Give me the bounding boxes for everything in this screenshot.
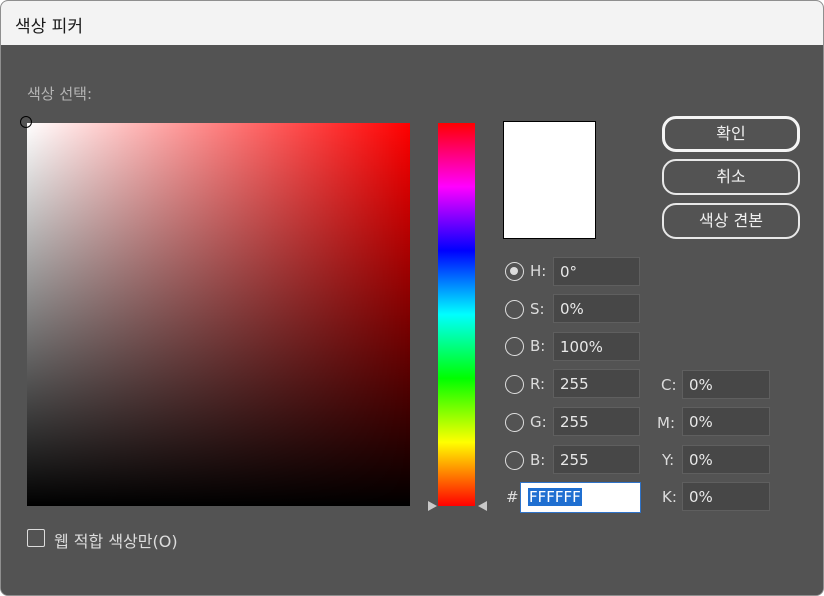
- brightness-input[interactable]: 100%: [553, 332, 640, 361]
- cyan-label: C:: [661, 376, 677, 394]
- color-swatches-button[interactable]: 색상 견본: [662, 203, 800, 239]
- web-colors-only-checkbox[interactable]: [27, 529, 45, 547]
- black-label: K:: [662, 488, 677, 506]
- magenta-label: M:: [657, 414, 675, 432]
- color-marker[interactable]: [20, 116, 32, 128]
- current-color-swatch: [503, 121, 596, 239]
- green-label: G:: [530, 413, 547, 431]
- radio-red[interactable]: [505, 375, 524, 394]
- radio-green[interactable]: [505, 413, 524, 432]
- radio-brightness[interactable]: [505, 337, 524, 356]
- black-input[interactable]: 0%: [682, 482, 770, 511]
- brightness-label: B:: [530, 337, 546, 355]
- magenta-input[interactable]: 0%: [682, 407, 770, 436]
- red-label: R:: [530, 375, 546, 393]
- green-input[interactable]: 255: [553, 407, 640, 436]
- hue-input[interactable]: 0°: [553, 257, 640, 286]
- dialog-content: 색상 선택: 확인 취소 색상 견본 H: 0° S: 0% B: 100% R…: [1, 45, 823, 595]
- select-color-label: 색상 선택:: [27, 85, 93, 103]
- hex-value-selected: FFFFFF: [528, 488, 582, 506]
- radio-blue[interactable]: [505, 451, 524, 470]
- hue-slider-handle-left[interactable]: [428, 501, 437, 511]
- yellow-label: Y:: [662, 451, 675, 469]
- web-colors-only-label[interactable]: 웹 적합 색상만(O): [54, 528, 178, 552]
- cancel-button[interactable]: 취소: [662, 159, 800, 195]
- red-input[interactable]: 255: [553, 369, 640, 398]
- blue-label: B:: [530, 451, 546, 469]
- yellow-input[interactable]: 0%: [682, 445, 770, 474]
- hue-slider-handle-right[interactable]: [478, 501, 487, 511]
- hex-prefix: #: [506, 488, 519, 506]
- cyan-input[interactable]: 0%: [682, 370, 770, 399]
- title-bar[interactable]: 색상 피커: [1, 1, 823, 45]
- hue-slider[interactable]: [438, 123, 475, 506]
- blue-input[interactable]: 255: [553, 445, 640, 474]
- saturation-input[interactable]: 0%: [553, 294, 640, 323]
- color-picker-dialog: 색상 피커 색상 선택: 확인 취소 색상 견본 H: 0° S: 0% B: …: [0, 0, 824, 596]
- radio-saturation[interactable]: [505, 300, 524, 319]
- ok-button[interactable]: 확인: [662, 116, 800, 152]
- radio-hue[interactable]: [505, 262, 524, 281]
- saturation-label: S:: [530, 300, 545, 318]
- window-title: 색상 피커: [15, 17, 83, 37]
- hue-label: H:: [530, 262, 547, 280]
- saturation-brightness-field[interactable]: [20, 116, 410, 506]
- hex-input[interactable]: FFFFFF: [520, 482, 641, 513]
